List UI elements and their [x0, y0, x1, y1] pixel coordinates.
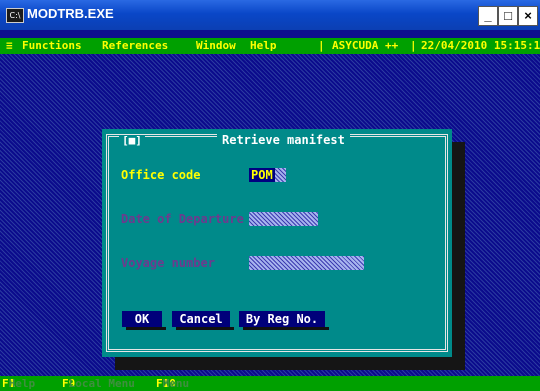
by-reg-no-button[interactable]: By Reg No.	[239, 311, 329, 330]
console-app-icon: C:\	[6, 8, 24, 23]
menu-help[interactable]: Help	[250, 38, 277, 54]
status-f1-label: Help	[8, 377, 36, 390]
dialog-close-button[interactable]: [■]	[119, 135, 145, 147]
voyage-number-label: Voyage number	[121, 256, 215, 270]
menu-functions[interactable]: Functions	[22, 38, 82, 54]
cancel-button[interactable]: Cancel	[172, 311, 234, 330]
status-f10[interactable]: F10 Menu	[156, 376, 189, 391]
office-code-value: POM	[249, 168, 275, 182]
maximize-button[interactable]: □	[498, 6, 518, 26]
by-reg-no-button-shadow	[243, 327, 329, 330]
menu-window[interactable]: Window	[196, 38, 236, 54]
datetime: 22/04/2010 15:15:17	[421, 39, 540, 52]
system-menu-icon[interactable]: ≡	[6, 38, 13, 54]
console-window: C:\ MODTRB.EXE _ □ × ≡ Functions Referen…	[0, 0, 540, 391]
status-f9[interactable]: F9 Local Menu	[62, 376, 135, 391]
status-f10-label: Menu	[162, 377, 190, 390]
close-window-button[interactable]: ×	[518, 6, 538, 26]
voyage-number-field[interactable]	[249, 256, 364, 270]
ok-button-label: OK	[134, 312, 150, 326]
menu-window-label: Window	[196, 39, 236, 52]
retrieve-manifest-dialog: [■] Retrieve manifest Office code POM Da…	[102, 129, 452, 357]
menu-functions-label: Functions	[22, 39, 82, 52]
date-of-departure-field[interactable]	[249, 212, 318, 226]
menu-references[interactable]: References	[102, 38, 168, 54]
cancel-button-shadow	[176, 327, 234, 330]
console-area: ≡ Functions References Window Help | ASY…	[0, 30, 540, 391]
menu-help-label: Help	[250, 39, 277, 52]
status-bar: F1 Help F9 Local Menu F10 Menu	[0, 376, 540, 391]
ok-button-shadow	[126, 327, 166, 330]
by-reg-no-button-label: By Reg No.	[245, 312, 319, 326]
minimize-button[interactable]: _	[478, 6, 498, 26]
office-code-field[interactable]: POM	[249, 168, 286, 182]
title-bar[interactable]: C:\ MODTRB.EXE _ □ ×	[0, 0, 540, 30]
status-f1[interactable]: F1 Help	[2, 376, 35, 391]
date-of-departure-label: Date of Departure	[121, 212, 244, 226]
ok-button[interactable]: OK	[122, 311, 166, 330]
dialog-title: Retrieve manifest	[217, 133, 350, 147]
menu-bar: ≡ Functions References Window Help | ASY…	[0, 38, 540, 54]
office-code-label: Office code	[121, 168, 201, 182]
menu-separator: |	[318, 39, 325, 52]
menu-references-label: References	[102, 39, 169, 52]
window-title: MODTRB.EXE	[27, 6, 114, 21]
status-f9-label: Local Menu	[68, 377, 135, 390]
app-name: ASYCUDA ++	[332, 39, 399, 52]
cancel-button-label: Cancel	[179, 312, 223, 326]
menu-separator-2: |	[410, 39, 417, 52]
